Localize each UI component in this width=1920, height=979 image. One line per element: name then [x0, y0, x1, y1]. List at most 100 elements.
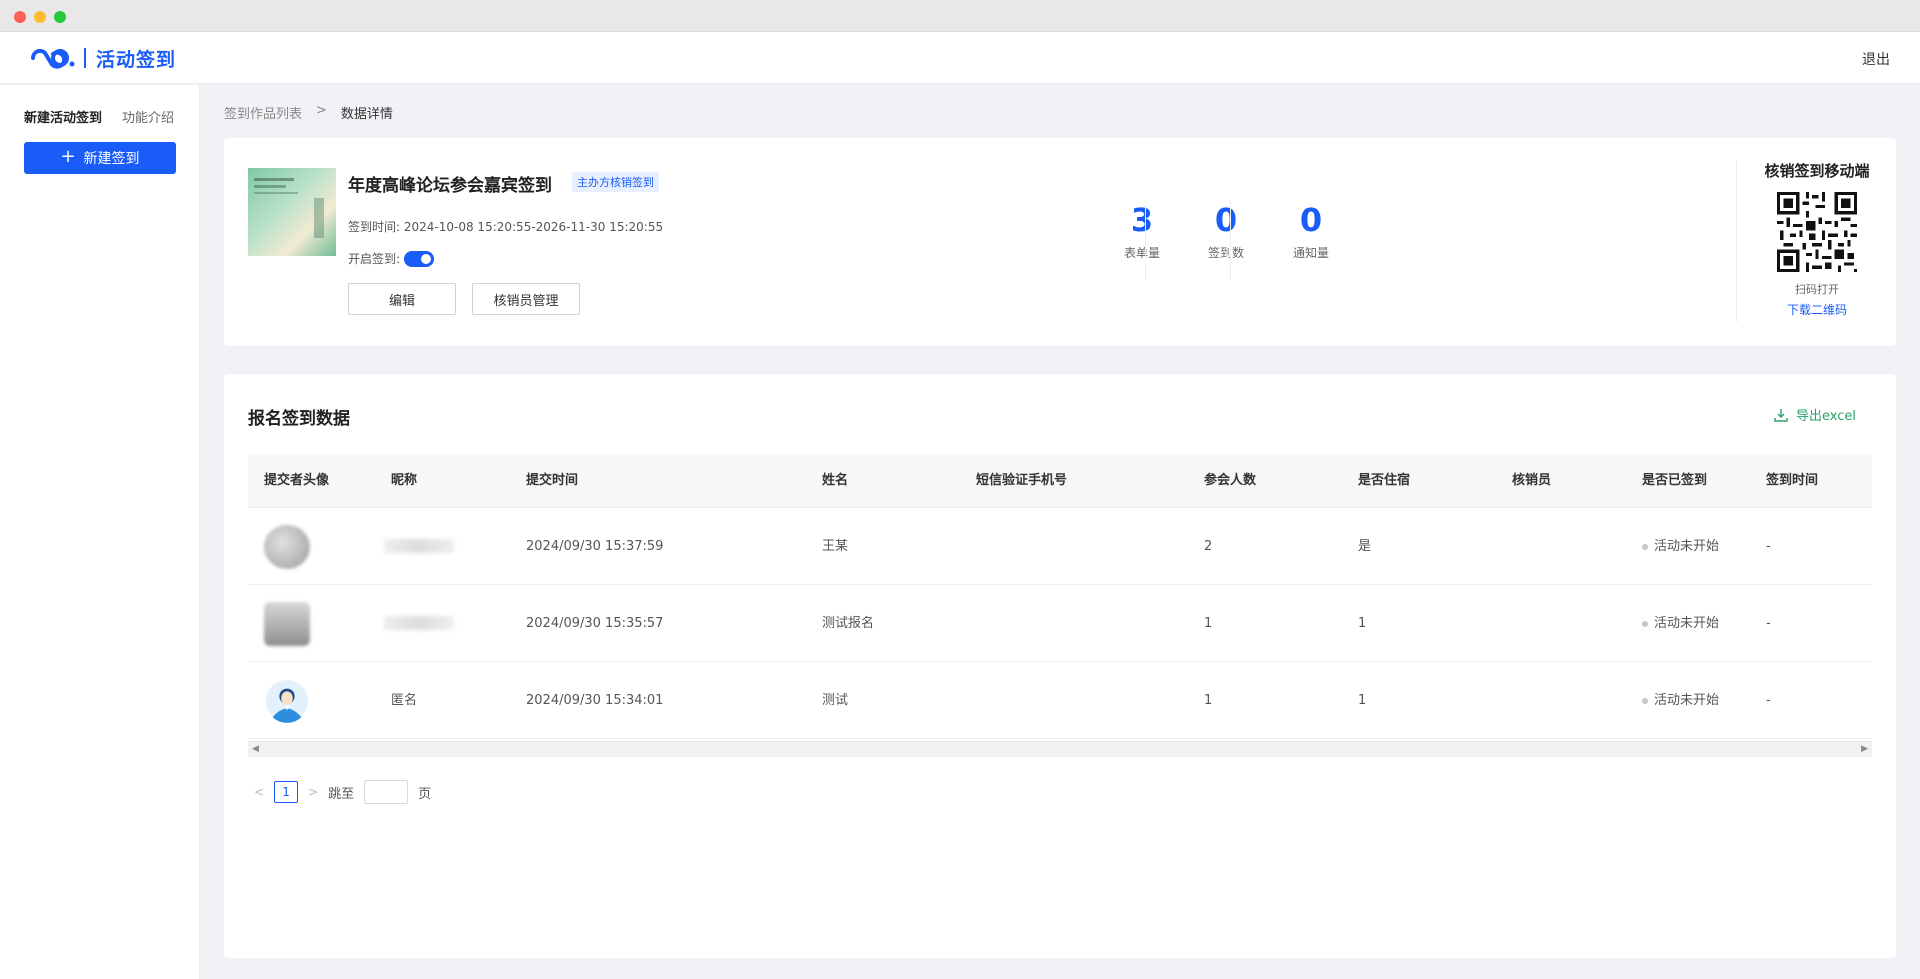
checkin-toggle[interactable] [404, 250, 435, 267]
section-title: 报名签到数据 [248, 409, 350, 429]
new-checkin-button[interactable]: + 新建签到 [24, 142, 176, 174]
top-navigation-bar: 活动签到 退出 [0, 32, 1920, 84]
close-window-button[interactable] [14, 11, 26, 23]
cell-name: 测试报名 [822, 616, 875, 631]
stat-checkin-count-value: 0 [1214, 201, 1238, 239]
edit-button[interactable]: 编辑 [348, 283, 456, 315]
event-summary-card: 年度高峰论坛参会嘉宾签到 主办方核销签到 签到时间: 2024-10-08 15… [224, 138, 1896, 346]
cell-lodging: 1 [1358, 616, 1367, 631]
jump-page-input[interactable] [364, 780, 409, 804]
status-dot [1642, 620, 1648, 627]
export-excel-button[interactable]: 导出excel [1774, 405, 1856, 424]
table-row[interactable]: 匿名 2024/09/30 15:34:01 测试 1 1 活动未开始 - [248, 662, 1872, 739]
stat-checkin-count: 0 签到数 [1184, 200, 1268, 261]
event-time-range: 2024-10-08 15:20:55-2026-11-30 15:20:55 [403, 220, 664, 234]
cell-attendee-count: 2 [1204, 539, 1213, 554]
stat-divider [1145, 200, 1146, 280]
plus-icon: + [60, 146, 76, 167]
qr-code-icon [1777, 192, 1857, 272]
event-time: 签到时间: 2024-10-08 15:20:55-2026-11-30 15:… [348, 218, 663, 235]
cell-status: 活动未开始 [1642, 585, 1719, 662]
col-nickname[interactable]: 昵称 [391, 454, 417, 508]
sidebar: 新建活动签到 功能介绍 + 新建签到 [0, 85, 200, 979]
logout-link[interactable]: 退出 [1862, 49, 1890, 69]
stat-form-count: 3 表单量 [1100, 200, 1184, 261]
event-type-tag: 主办方核销签到 [572, 172, 659, 192]
col-phone[interactable]: 短信验证手机号 [976, 454, 1067, 508]
table-header: 提交者头像 昵称 提交时间 姓名 短信验证手机号 参会人数 是否住宿 核销员 是… [248, 454, 1872, 508]
minimize-window-button[interactable] [34, 11, 46, 23]
cell-status-text: 活动未开始 [1654, 616, 1720, 631]
registration-table: 提交者头像 昵称 提交时间 姓名 短信验证手机号 参会人数 是否住宿 核销员 是… [248, 454, 1872, 757]
checkin-toggle-row: 开启签到: [348, 250, 435, 267]
col-checkin-time[interactable]: 签到时间 [1766, 454, 1818, 508]
tab-feature-intro[interactable]: 功能介绍 [122, 107, 174, 126]
cell-attendee-count: 1 [1204, 616, 1213, 631]
cell-checkin-time: - [1766, 539, 1771, 554]
cell-lodging: 是 [1358, 539, 1372, 554]
cell-attendee-count: 1 [1204, 693, 1213, 708]
cell-status: 活动未开始 [1642, 508, 1719, 585]
cell-submit-time: 2024/09/30 15:37:59 [526, 539, 664, 554]
default-avatar-icon [265, 679, 309, 723]
col-staff[interactable]: 核销员 [1512, 454, 1551, 508]
cell-name: 测试 [822, 693, 849, 708]
mobile-checkin-panel: 核销签到移动端 扫码打开 下载二维码 [1736, 160, 1896, 322]
tab-new-event-checkin[interactable]: 新建活动签到 [24, 107, 102, 126]
table-row[interactable]: 2024/09/30 15:35:57 测试报名 1 1 活动未开始 - [248, 585, 1872, 662]
logo-divider [84, 48, 86, 68]
app-logo[interactable]: 活动签到 [30, 45, 176, 71]
pagination: < 1 > 跳至 页 [254, 780, 431, 804]
stat-notify-count-value: 0 [1299, 201, 1323, 239]
staff-management-button[interactable]: 核销员管理 [472, 283, 580, 315]
col-avatar[interactable]: 提交者头像 [264, 454, 329, 508]
cell-submit-time: 2024/09/30 15:35:57 [526, 616, 664, 631]
window-titlebar [0, 0, 1920, 32]
breadcrumb: 签到作品列表 > 数据详情 [224, 103, 393, 122]
avatar [264, 602, 310, 646]
download-icon [1774, 408, 1788, 422]
col-checked-in[interactable]: 是否已签到 [1642, 454, 1707, 508]
page-suffix-label: 页 [418, 786, 432, 802]
cell-name: 王某 [822, 539, 849, 554]
breadcrumb-separator: > [316, 103, 327, 118]
cell-submit-time: 2024/09/30 15:34:01 [526, 693, 664, 708]
stat-divider [1230, 200, 1231, 280]
avatar [264, 525, 310, 569]
cell-status-text: 活动未开始 [1654, 539, 1720, 554]
scroll-right-arrow-icon[interactable]: ▶ [1861, 744, 1868, 754]
checkin-toggle-label: 开启签到: [348, 252, 401, 266]
prev-page-icon[interactable]: < [254, 785, 264, 799]
stat-form-count-label: 表单量 [1123, 246, 1160, 260]
download-qr-link[interactable]: 下载二维码 [1737, 301, 1897, 318]
stat-checkin-count-label: 签到数 [1207, 246, 1244, 260]
status-dot [1642, 697, 1648, 704]
scroll-left-arrow-icon[interactable]: ◀ [252, 744, 259, 754]
registration-data-card: 报名签到数据 导出excel 提交者头像 昵称 提交时间 姓名 短信验证手机号 … [224, 374, 1896, 958]
sidebar-tabs: 新建活动签到 功能介绍 [24, 107, 174, 126]
page-number-current[interactable]: 1 [274, 781, 299, 803]
app-title: 活动签到 [96, 48, 177, 71]
cell-checkin-time: - [1766, 616, 1771, 631]
col-lodging[interactable]: 是否住宿 [1358, 454, 1410, 508]
stat-notify-count-label: 通知量 [1292, 246, 1329, 260]
nickname-blurred [384, 616, 454, 630]
event-time-label: 签到时间: [348, 220, 401, 234]
table-row[interactable]: 2024/09/30 15:37:59 王某 2 是 活动未开始 - [248, 508, 1872, 585]
col-attendee-count[interactable]: 参会人数 [1204, 454, 1256, 508]
col-submit-time[interactable]: 提交时间 [526, 454, 578, 508]
new-checkin-label: 新建签到 [83, 151, 140, 167]
status-dot [1642, 543, 1648, 550]
cell-status: 活动未开始 [1642, 662, 1719, 739]
horizontal-scrollbar[interactable]: ◀ ▶ [248, 741, 1872, 757]
maximize-window-button[interactable] [54, 11, 66, 23]
next-page-icon[interactable]: > [308, 785, 318, 799]
cell-nickname: 匿名 [391, 693, 418, 708]
cell-lodging: 1 [1358, 693, 1367, 708]
jump-to-label: 跳至 [328, 786, 355, 802]
scan-to-open-text: 扫码打开 [1795, 283, 1839, 296]
breadcrumb-list-link[interactable]: 签到作品列表 [224, 103, 302, 122]
nickname-blurred [384, 539, 454, 553]
col-name[interactable]: 姓名 [822, 454, 848, 508]
event-title: 年度高峰论坛参会嘉宾签到 [348, 176, 552, 196]
